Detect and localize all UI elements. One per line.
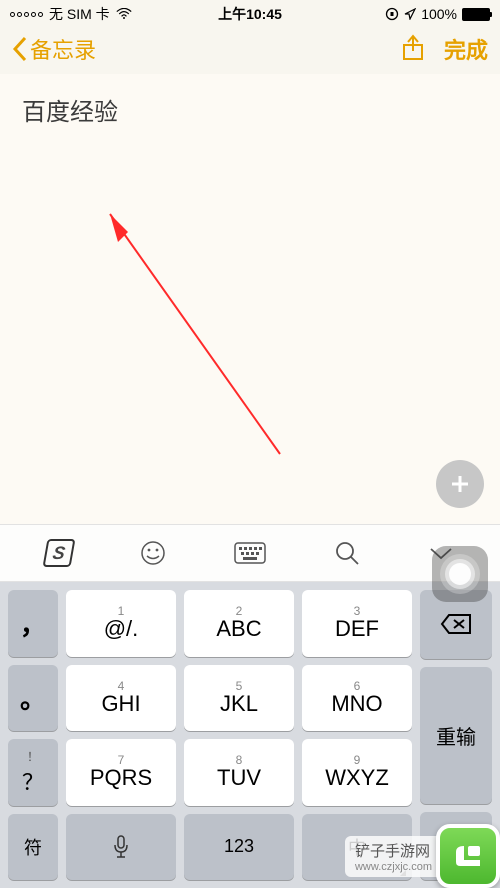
- wifi-icon: [116, 8, 132, 20]
- add-button[interactable]: [436, 460, 484, 508]
- status-left: 无 SIM 卡: [10, 4, 132, 24]
- key-4-ghi[interactable]: 4 GHI: [66, 665, 176, 732]
- search-icon: [333, 539, 361, 567]
- status-time: 上午10:45: [218, 4, 282, 24]
- key-period[interactable]: 。: [8, 665, 58, 732]
- assistive-touch-button[interactable]: [432, 546, 488, 602]
- chevron-left-icon: [12, 36, 28, 62]
- keyboard-icon: [233, 541, 267, 565]
- key-9-wxyz[interactable]: 9 WXYZ: [302, 739, 412, 806]
- status-right: 100%: [385, 6, 490, 22]
- watermark: 铲子手游网 www.czjxjc.com: [345, 824, 500, 888]
- sogou-logo-button[interactable]: S: [45, 539, 73, 567]
- annotation-arrow: [0, 74, 500, 524]
- status-bar: 无 SIM 卡 上午10:45 100%: [0, 0, 500, 26]
- location-icon: [404, 8, 416, 20]
- delete-icon: [440, 613, 472, 635]
- key-mic[interactable]: [66, 814, 176, 881]
- battery-icon: [462, 8, 490, 21]
- watermark-badge-icon: [436, 824, 500, 888]
- sim-status: 无 SIM 卡: [49, 4, 110, 24]
- search-button[interactable]: [333, 539, 361, 567]
- key-comma[interactable]: ，: [8, 590, 58, 657]
- rotation-lock-icon: [385, 7, 399, 21]
- share-button[interactable]: [400, 32, 426, 67]
- note-text: 百度经验: [22, 92, 478, 127]
- note-editor[interactable]: 百度经验: [0, 74, 500, 524]
- watermark-title: 铲子手游网: [355, 840, 432, 861]
- sogou-logo-icon: S: [43, 539, 76, 567]
- key-7-pqrs[interactable]: 7 PQRS: [66, 739, 176, 806]
- battery-percent: 100%: [421, 6, 457, 22]
- key-exclaim-small: ！: [27, 748, 39, 765]
- assistive-touch-icon: [449, 563, 471, 585]
- key-1[interactable]: 1 @/.: [66, 590, 176, 657]
- key-5-jkl[interactable]: 5 JKL: [184, 665, 294, 732]
- signal-icon: [10, 12, 43, 17]
- key-8-tuv[interactable]: 8 TUV: [184, 739, 294, 806]
- key-123[interactable]: 123: [184, 814, 294, 881]
- plus-icon: [449, 473, 471, 495]
- key-6-mno[interactable]: 6 MNO: [302, 665, 412, 732]
- keyboard-switch-button[interactable]: [233, 541, 267, 565]
- done-button[interactable]: 完成: [444, 33, 488, 65]
- watermark-url: www.czjxjc.com: [355, 861, 432, 873]
- emoji-button[interactable]: [139, 539, 167, 567]
- back-button[interactable]: 备忘录: [12, 33, 96, 65]
- nav-bar: 备忘录 完成: [0, 26, 500, 74]
- share-icon: [400, 32, 426, 62]
- key-question-label: ？: [22, 765, 44, 797]
- mic-icon: [112, 834, 130, 860]
- keyboard-toolbar: S: [0, 524, 500, 582]
- key-question[interactable]: ！ ？: [8, 739, 58, 806]
- back-label: 备忘录: [30, 33, 96, 65]
- key-reinput[interactable]: 重输: [420, 667, 492, 804]
- key-symbols[interactable]: 符: [8, 814, 58, 881]
- key-3-def[interactable]: 3 DEF: [302, 590, 412, 657]
- smile-icon: [139, 539, 167, 567]
- key-2-abc[interactable]: 2 ABC: [184, 590, 294, 657]
